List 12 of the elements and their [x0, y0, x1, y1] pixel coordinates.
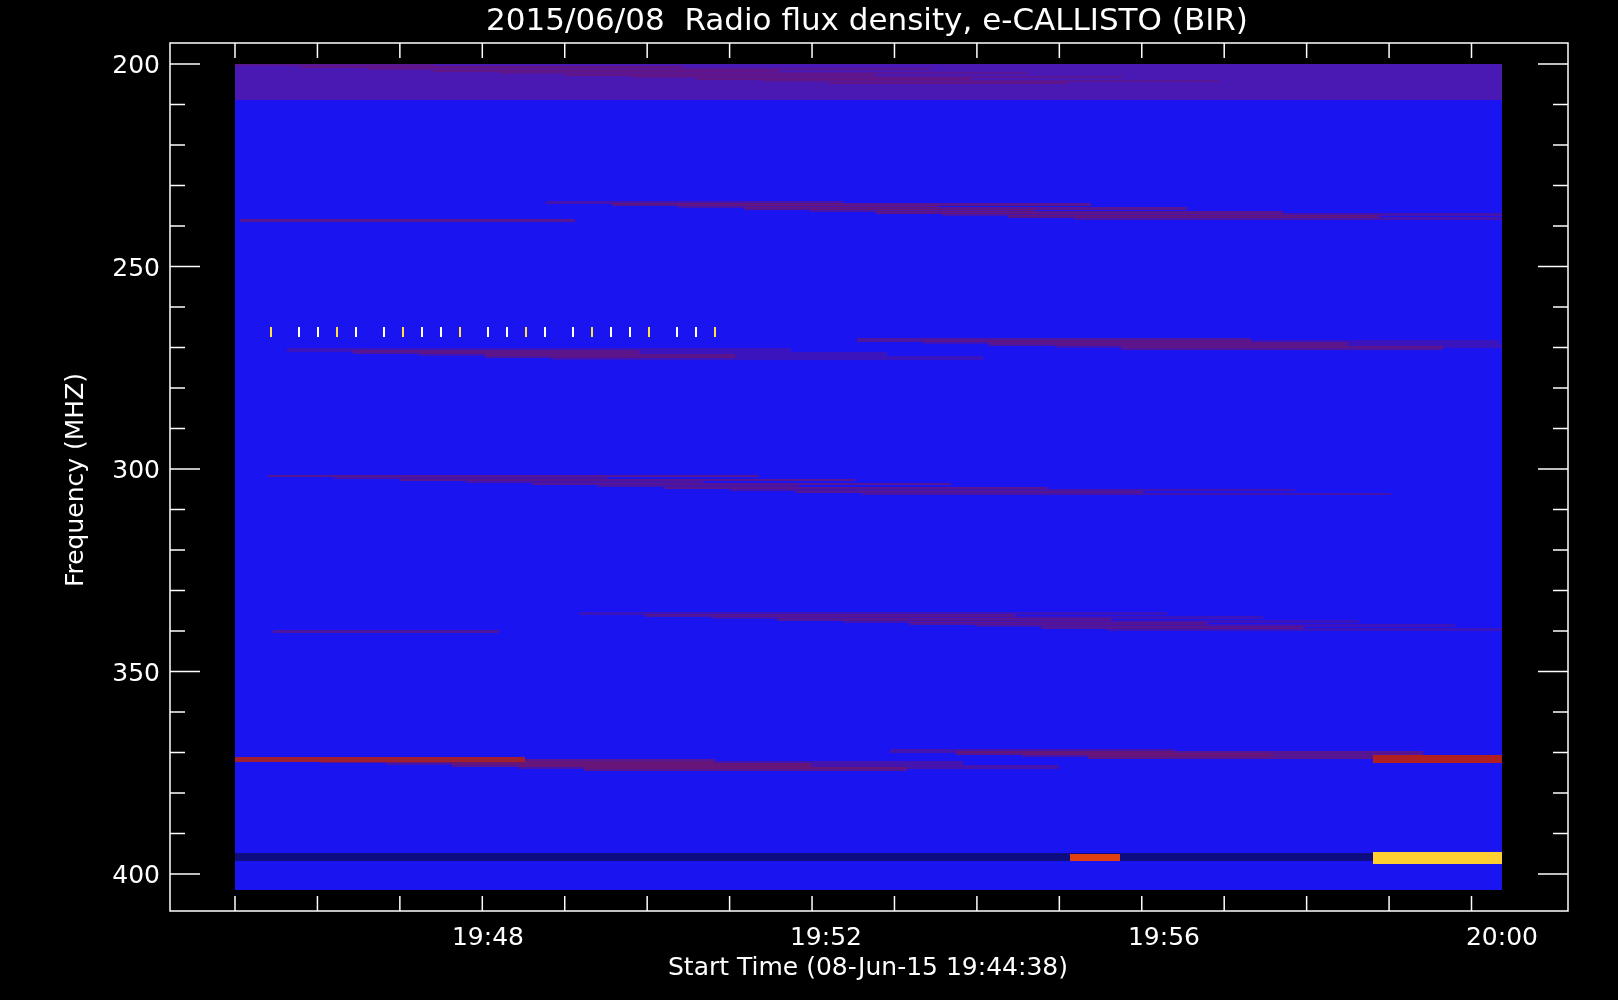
x-tick-label: 20:00 — [1466, 922, 1538, 951]
y-tick-label: 200 — [112, 50, 160, 79]
x-tick-label: 19:56 — [1128, 922, 1200, 951]
chart-title: 2015/06/08 Radio flux density, e-CALLISTO (BIR) — [486, 1, 1248, 37]
y-tick-label: 300 — [112, 455, 160, 484]
y-tick-label: 250 — [112, 252, 160, 282]
y-tick-label: 350 — [112, 657, 160, 687]
x-axis-label: Start Time (08-Jun-15 19:44:38) — [668, 952, 1068, 981]
y-tick-label: 400 — [112, 860, 160, 889]
x-tick-label: 19:52 — [790, 922, 862, 951]
y-axis-label: Frequency (MHZ) — [60, 372, 89, 588]
x-tick-label: 19:48 — [452, 922, 524, 951]
